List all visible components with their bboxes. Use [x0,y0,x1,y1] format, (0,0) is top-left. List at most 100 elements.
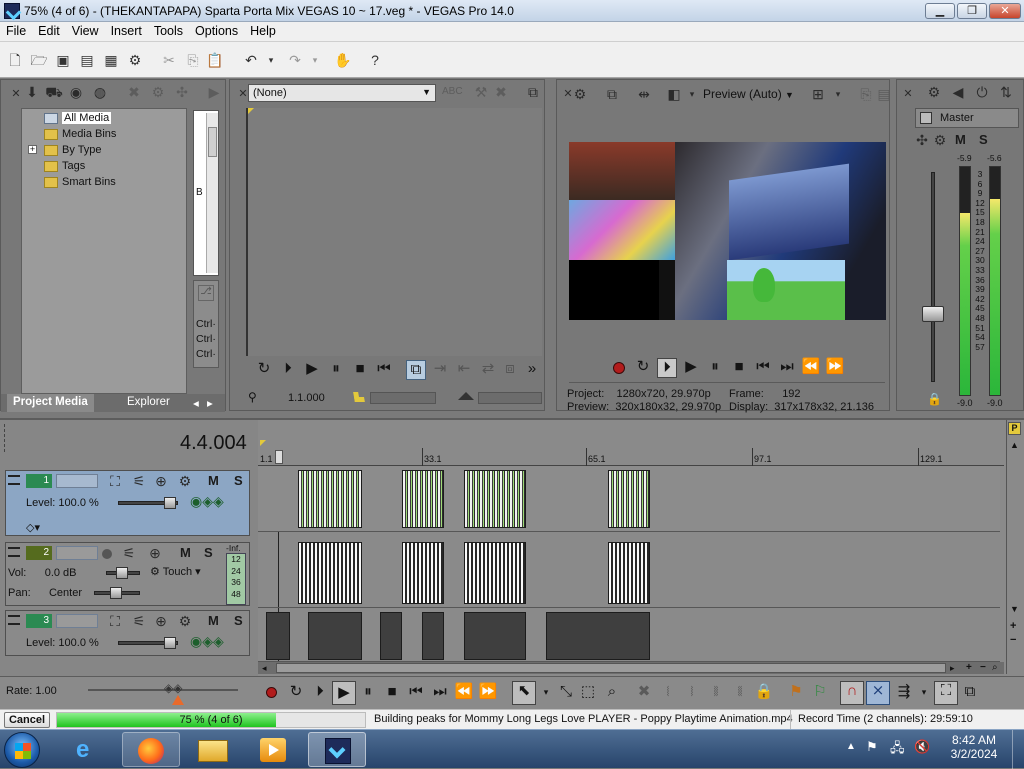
scrollbar-thumb[interactable] [208,127,217,157]
track-1-level-knob[interactable] [164,497,176,509]
track-3-clip[interactable] [380,612,402,660]
trimmer-zoom-icon[interactable] [458,392,474,400]
master-properties-gear-icon[interactable]: ⚙ [925,84,943,102]
trimmer-add-icon[interactable]: ⇥ [430,360,450,380]
track-3-composite-icon[interactable]: ⊕ [152,613,170,631]
delete-icon[interactable]: ✖ [634,683,654,703]
master-fx-chain-icon[interactable]: ✣ [913,132,931,150]
trimmer-loop-icon[interactable]: ↻ [254,360,274,380]
master-lock-faders-icon[interactable]: ⇅ [997,84,1015,102]
track-3-clip[interactable] [266,612,290,660]
preview-pause-icon[interactable]: ⏸ [705,358,725,378]
external-monitor-icon[interactable]: ⧉ [603,86,621,104]
track-2-minimize-icon[interactable] [8,547,20,557]
go-to-start-icon[interactable]: ⏮ [406,683,426,703]
trim-start-icon[interactable]: ⧙ [658,683,678,703]
cancel-button[interactable]: Cancel [4,712,50,728]
track-3-lane[interactable] [258,610,1000,662]
tree-media-bins[interactable]: Media Bins [44,128,116,140]
trimmer-pause-icon[interactable]: ⏸ [326,360,346,380]
copy-icon[interactable]: ⎘ [184,51,202,69]
track-3-clip[interactable] [422,612,444,660]
track-3-minimize-icon[interactable] [8,615,20,625]
save-snapshot-icon[interactable]: ▤ [875,86,893,104]
track-1-header[interactable]: 1 ⛶ ⚟ ⊕ ⚙ M S Level: 100.0 % ◉◈◈ ◇▾ [5,470,250,536]
copy-snapshot-icon[interactable]: ⎘ [857,86,875,104]
menu-view[interactable]: View [66,22,105,40]
trimmer-layout-icon[interactable]: ⧉ [524,84,542,102]
network-icon[interactable]: 🖧 [890,739,905,761]
action-center-flag-icon[interactable]: ⚑ [866,739,878,755]
track-1-keyframe-icon[interactable]: ◇▾ [26,521,40,534]
spell-abc-icon[interactable]: ABC [442,84,463,102]
open-icon[interactable]: 🗁 [30,51,48,69]
track-1-clip[interactable] [298,470,362,528]
track-2-lane[interactable] [258,538,1000,608]
preview-go-end-icon[interactable]: ⏭ [777,358,797,378]
track-2-audio-clip[interactable] [464,542,526,604]
media-properties-icon[interactable]: ⚙ [149,84,167,102]
start-button[interactable] [4,732,40,768]
track-3-level-knob[interactable] [164,637,176,649]
enable-snapping-icon[interactable]: ∩ [840,681,864,705]
preview-prev-frame-icon[interactable]: ⏪ [801,358,821,378]
hscroll-right-icon[interactable]: ▸ [950,663,955,674]
trimmer-play-icon[interactable]: ▶ [302,360,322,380]
normal-edit-tool-icon[interactable]: ⬉ [512,681,536,705]
timeline-vscroll[interactable]: P ▲ ▼ + − [1006,420,1022,674]
stop-icon[interactable]: ■ [382,683,402,703]
track-2-name-field[interactable] [56,546,98,560]
trim-end-icon[interactable]: ⧘ [682,683,702,703]
taskbar-firefox[interactable] [122,732,180,767]
play-from-start-icon[interactable]: ⏵ [310,683,330,703]
media-fx-icon[interactable]: ✣ [173,84,191,102]
preview-record-icon[interactable] [613,362,625,374]
volume-muted-icon[interactable]: 🔇 [914,739,930,755]
edit-tool-dropdown-icon[interactable]: ▾ [536,683,556,703]
playhead-handle[interactable] [275,450,283,464]
overlays-dropdown-icon[interactable]: ▾ [829,86,847,104]
menu-tools[interactable]: Tools [148,22,189,40]
track-1-name-field[interactable] [56,474,98,488]
tree-by-type[interactable]: By Type [44,144,102,156]
lock-envelopes-icon[interactable]: ⛶ [934,681,958,705]
track-3-fx-icon[interactable]: ⚟ [130,613,148,631]
master-mute-button[interactable]: M [955,132,966,147]
new-project-icon[interactable]: 🗋 [6,51,24,69]
trimmer-display[interactable] [246,108,542,356]
menu-help[interactable]: Help [244,22,282,40]
undo-dropdown-icon[interactable]: ▾ [262,51,280,69]
expand-by-type-icon[interactable]: + [28,145,37,154]
track-1-gear-icon[interactable]: ⚙ [176,473,194,491]
selection-tool-icon[interactable]: ⬚ [578,683,598,703]
track-1-clip[interactable] [402,470,444,528]
zoom-tool-icon[interactable]: ⌕ [602,683,622,703]
track-1-mute-button[interactable]: M [208,473,219,488]
master-solo-button[interactable]: S [979,132,988,147]
track-2-arm-record-icon[interactable] [102,549,112,559]
track-3-mute-button[interactable]: M [208,613,219,628]
track-2-fx-icon[interactable]: ⚟ [120,545,138,563]
master-fx-icon[interactable]: ⚙ [931,132,949,150]
vegas-app-icon[interactable] [4,3,20,19]
trimmer-overwrite-icon[interactable]: ⇄ [478,360,498,380]
menu-file[interactable]: File [0,22,32,40]
track-2-header[interactable]: 2 ⚟ ⊕ M S -Inf. 12 24 36 48 Vol: 0.0 dB ⚙ T… [5,542,250,606]
tab-scroll-left-icon[interactable]: ◂ [191,394,201,412]
minimize-button[interactable]: ▁ [925,3,955,19]
taskbar-vegas[interactable] [308,732,366,767]
zoom-in-time-icon[interactable]: + [966,662,972,673]
record-icon[interactable] [266,687,277,698]
taskbar-explorer[interactable] [184,732,242,767]
track-2-automation-icon[interactable]: ⊕ [146,545,164,563]
track-1-lane[interactable] [258,466,1000,532]
show-hidden-icons[interactable]: ▲ [846,741,856,752]
remove-media-icon[interactable]: ✖ [125,84,143,102]
save-as-icon[interactable]: ▤ [78,51,96,69]
track-2-solo-button[interactable]: S [204,545,213,560]
master-dim-icon[interactable]: ⏻ [973,84,991,102]
preview-quality-select[interactable]: Preview (Auto) ▼ [703,87,794,101]
preview-go-start-icon[interactable]: ⏮ [753,358,773,378]
track-1-compositing-icons[interactable]: ◉◈◈ [190,493,224,510]
ignore-event-grouping-icon[interactable]: ⧉ [960,683,980,703]
